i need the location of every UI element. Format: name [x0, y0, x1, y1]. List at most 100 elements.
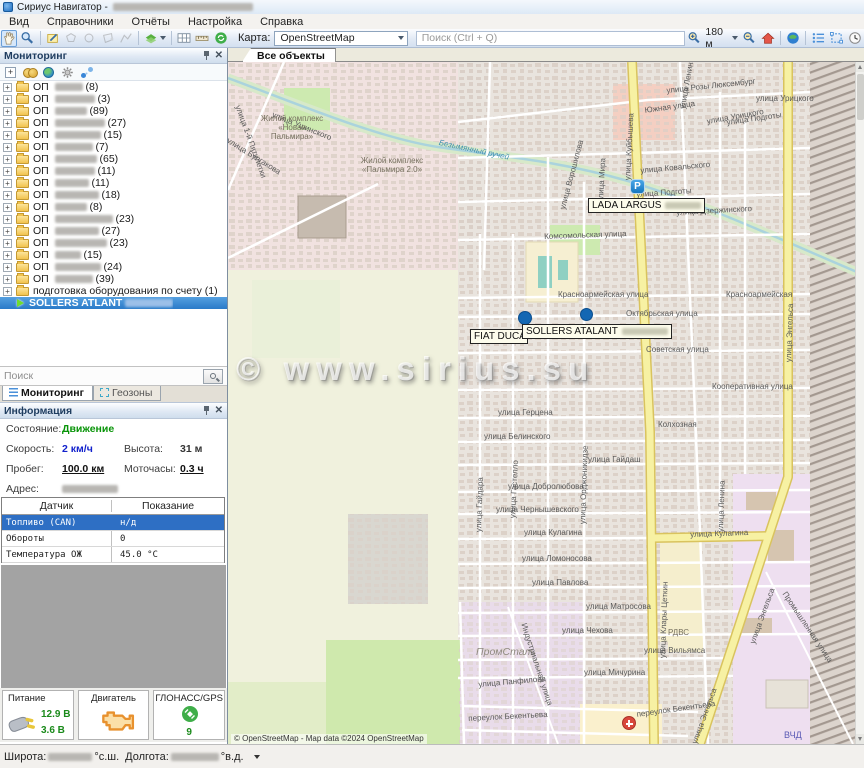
vehicle-dot[interactable] — [518, 311, 532, 325]
zoom-scale-select[interactable]: 180 м — [705, 26, 738, 50]
vehicle-label[interactable]: FIAT DUCAT — [470, 329, 528, 344]
object-list-button[interactable] — [810, 30, 826, 47]
expand-icon[interactable]: + — [3, 119, 12, 128]
expand-icon[interactable]: + — [3, 107, 12, 116]
tree-item[interactable]: +ОП (7) — [0, 141, 227, 153]
add-circle-button[interactable] — [81, 30, 97, 47]
sensor-row[interactable]: Топливо (CAN)н/д — [2, 515, 224, 531]
tab-all-objects[interactable]: Все объекты — [242, 48, 336, 62]
engine-hours-value[interactable]: 0.3 ч — [180, 463, 204, 475]
globe-button[interactable] — [785, 30, 801, 47]
expand-icon[interactable]: + — [3, 191, 12, 200]
info-panel-title: Информация — [4, 405, 72, 417]
map-scrollbar[interactable] — [855, 62, 864, 744]
select-area-button[interactable] — [828, 30, 844, 47]
map-canvas[interactable]: улица Розы ЛюксембургЮжная улицаулица Ур… — [228, 62, 864, 744]
tab-monitoring[interactable]: Мониторинг — [2, 386, 93, 401]
menu-item-4[interactable]: Справка — [251, 16, 312, 28]
route-tool-button[interactable] — [118, 30, 134, 47]
tree-item[interactable]: +ОП (27) — [0, 117, 227, 129]
expand-icon[interactable]: + — [3, 83, 12, 92]
scrollbar-thumb[interactable] — [857, 74, 864, 120]
menu-item-3[interactable]: Настройка — [179, 16, 251, 28]
tree-item[interactable]: +ОП (11) — [0, 177, 227, 189]
tree-item[interactable]: +ОП (3) — [0, 93, 227, 105]
expand-icon[interactable]: + — [3, 203, 12, 212]
expand-icon[interactable]: + — [3, 95, 12, 104]
gear-icon[interactable] — [61, 66, 74, 79]
menu-item-1[interactable]: Справочники — [38, 16, 123, 28]
pin-icon[interactable] — [203, 51, 210, 61]
tree-item[interactable]: +ОП (27) — [0, 225, 227, 237]
expand-icon[interactable]: + — [3, 215, 12, 224]
expand-icon[interactable]: + — [3, 239, 12, 248]
map-attribution: © OpenStreetMap - Map data ©2024 OpenStr… — [231, 734, 427, 744]
tree-item[interactable]: +ОП (11) — [0, 165, 227, 177]
expand-icon[interactable]: + — [3, 227, 12, 236]
menu-item-0[interactable]: Вид — [0, 16, 38, 28]
vehicle-dot[interactable] — [580, 308, 593, 321]
tree-item[interactable]: +ОП (8) — [0, 81, 227, 93]
tree-search-button[interactable] — [203, 369, 223, 384]
map-source-value: OpenStreetMap — [280, 32, 354, 44]
show-on-map-icon[interactable] — [43, 67, 54, 78]
mileage-label: Пробег: — [6, 463, 44, 475]
binoculars-icon[interactable] — [23, 68, 36, 77]
tree-search-bar[interactable]: Поиск — [0, 366, 227, 386]
expand-icon[interactable]: + — [3, 251, 12, 260]
mileage-value[interactable]: 100.0 км — [62, 463, 104, 475]
expand-icon[interactable]: + — [3, 167, 12, 176]
add-polygon-button[interactable] — [63, 30, 79, 47]
expand-icon[interactable]: + — [3, 275, 12, 284]
coords-dropdown-icon[interactable] — [254, 755, 260, 759]
sensor-row[interactable]: Температура ОЖ45.0 °C — [2, 547, 224, 563]
tree-item[interactable]: +ОП (15) — [0, 249, 227, 261]
tree-item[interactable]: +ОП (8) — [0, 201, 227, 213]
expand-icon[interactable]: + — [3, 143, 12, 152]
expand-icon[interactable]: + — [3, 179, 12, 188]
search-icon — [210, 373, 216, 379]
tree-item[interactable]: +ОП (89) — [0, 105, 227, 117]
tree-item[interactable]: +ОП (15) — [0, 129, 227, 141]
pin-icon[interactable] — [203, 406, 210, 416]
pan-tool-button[interactable] — [1, 30, 17, 47]
grid-view-button[interactable] — [176, 30, 192, 47]
zoom-out-button[interactable] — [741, 30, 757, 47]
expand-icon[interactable]: + — [3, 287, 12, 296]
expand-all-button[interactable]: + — [5, 67, 16, 78]
scroll-down-icon[interactable] — [856, 734, 864, 744]
ruler-button[interactable] — [194, 30, 210, 47]
route-icon[interactable] — [81, 67, 93, 78]
refresh-button[interactable] — [213, 30, 229, 47]
expand-icon[interactable]: + — [3, 263, 12, 272]
menu-item-2[interactable]: Отчёты — [123, 16, 179, 28]
edit-object-button[interactable] — [45, 30, 61, 47]
edit-geozone-button[interactable] — [100, 30, 116, 47]
redacted-text — [55, 95, 95, 103]
close-icon[interactable]: ✕ — [215, 51, 223, 61]
tree-item[interactable]: +ОП (18) — [0, 189, 227, 201]
tree-item[interactable]: +ОП (39) — [0, 273, 227, 285]
tree-item[interactable]: +подготовка оборудования по счету (1) — [0, 285, 227, 297]
tree-item[interactable]: +ОП (23) — [0, 237, 227, 249]
vehicle-label[interactable]: SOLLERS ATALANT — [522, 324, 672, 339]
map-source-select[interactable]: OpenStreetMap — [274, 31, 407, 46]
home-button[interactable] — [760, 30, 776, 47]
zoom-in-button[interactable] — [686, 30, 702, 47]
tree-item[interactable]: +ОП (24) — [0, 261, 227, 273]
global-search-input[interactable]: Поиск (Ctrl + Q) — [416, 31, 685, 46]
zoom-tool-button[interactable] — [19, 30, 35, 47]
tree-item[interactable]: SOLLERS ATLANT — [0, 297, 227, 309]
layers-button[interactable] — [143, 30, 167, 47]
tree-item[interactable]: +ОП (65) — [0, 153, 227, 165]
close-icon[interactable]: ✕ — [215, 406, 223, 416]
vehicle-label[interactable]: LADA LARGUS — [588, 198, 705, 213]
tree-item[interactable]: +ОП (23) — [0, 213, 227, 225]
sensor-row[interactable]: Обороты0 — [2, 531, 224, 547]
expand-icon[interactable]: + — [3, 155, 12, 164]
scroll-up-icon[interactable] — [856, 62, 864, 72]
expand-icon[interactable]: + — [3, 131, 12, 140]
vehicle-label-text: FIAT DUCAT — [474, 331, 528, 342]
history-button[interactable] — [847, 30, 863, 47]
tab-geozones[interactable]: Геозоны — [93, 386, 161, 401]
